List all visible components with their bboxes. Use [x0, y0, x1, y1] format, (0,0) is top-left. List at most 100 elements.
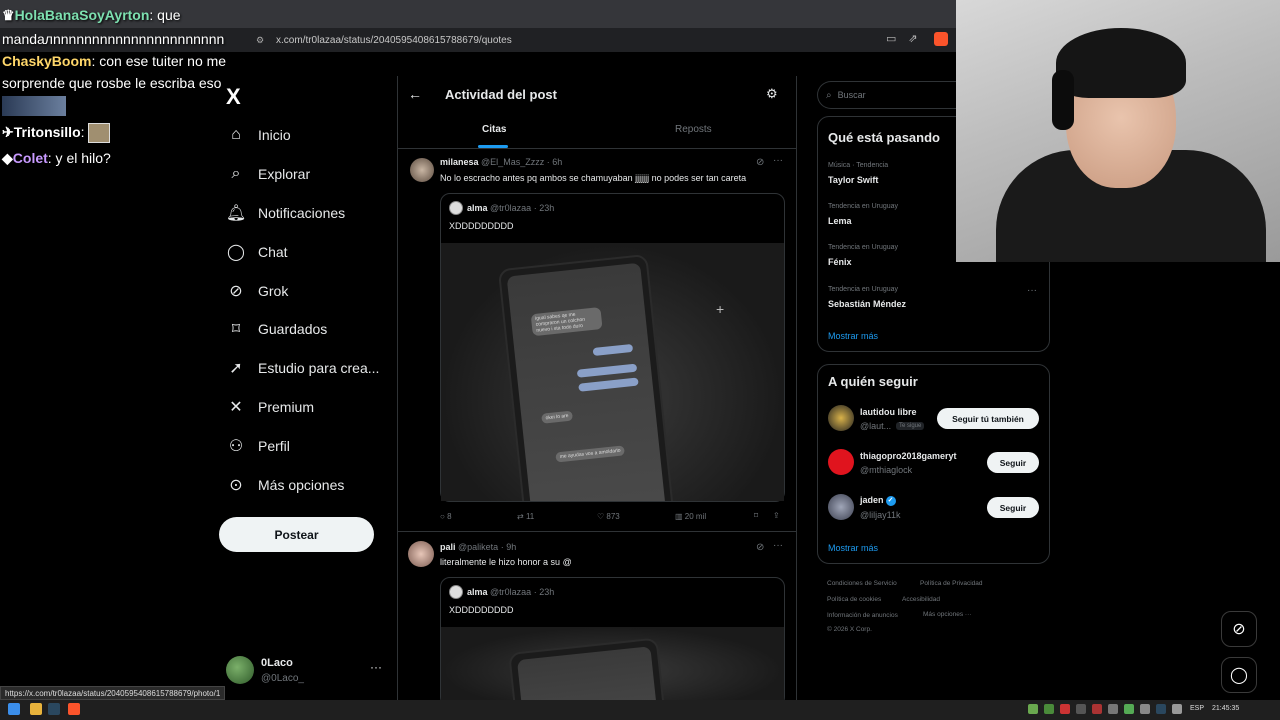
post-photo[interactable]: igual sabes qe me compraron un colchon n…: [441, 243, 784, 501]
footer-cookies-link[interactable]: Política de cookies: [827, 596, 881, 603]
follow-show-more-link[interactable]: Mostrar más: [828, 543, 878, 553]
footer-terms-link[interactable]: Condiciones de Servicio: [827, 580, 897, 587]
follow-title: A quién seguir: [828, 374, 918, 389]
footer-more-link[interactable]: Más opciones ···: [923, 611, 971, 618]
post-author-handle[interactable]: @El_Mas_Zzzz: [481, 157, 544, 167]
language-indicator[interactable]: ESP: [1190, 705, 1204, 712]
sidebar-item-label: Notificaciones: [258, 205, 346, 221]
trend-item[interactable]: Fénix: [828, 257, 852, 267]
follow-button[interactable]: Seguir: [987, 497, 1039, 518]
share-post-icon[interactable]: ⇪: [773, 511, 780, 520]
chat-emote-icon: [88, 123, 111, 144]
avatar[interactable]: [226, 656, 254, 684]
footer-privacy-link[interactable]: Política de Privacidad: [920, 580, 983, 587]
follow-name[interactable]: lautidou libre: [860, 407, 917, 417]
grok-fab-icon[interactable]: ⊘: [1221, 611, 1257, 647]
avatar[interactable]: [828, 405, 854, 431]
tray-app-icon[interactable]: [1044, 704, 1054, 714]
site-settings-icon[interactable]: ⚙: [256, 35, 266, 45]
sidebar-item-estudio[interactable]: ➚ Estudio para crea...: [226, 353, 379, 383]
network-icon[interactable]: [1172, 704, 1182, 714]
post-photo[interactable]: [441, 627, 784, 700]
quote-meta: alma @tr0lazaa · 23h: [467, 587, 554, 597]
post-meta: pali @paliketa · 9h: [440, 542, 516, 552]
tray-app-icon[interactable]: [1092, 704, 1102, 714]
post-avatar[interactable]: [408, 541, 434, 567]
account-more-icon[interactable]: ···: [370, 660, 382, 674]
post-avatar[interactable]: [410, 158, 434, 182]
footer-accessibility-link[interactable]: Accesibilidad: [902, 596, 940, 603]
x-logo-icon[interactable]: X: [226, 84, 241, 110]
trend-item[interactable]: Taylor Swift: [828, 175, 878, 185]
sidebar-item-inicio[interactable]: ⌂ Inicio: [226, 120, 291, 150]
tab-reposts[interactable]: Reposts: [675, 124, 712, 135]
chat-message: ◆Colet: y el hilo?: [2, 147, 111, 169]
start-icon[interactable]: [8, 703, 20, 715]
trend-item[interactable]: Lema: [828, 216, 852, 226]
phone-message-mine: [592, 343, 634, 357]
sidebar-item-premium[interactable]: ✕ Premium: [226, 392, 314, 422]
chat-fab-icon[interactable]: ◯: [1221, 657, 1257, 693]
post-author-handle[interactable]: @paliketa: [458, 542, 498, 552]
follow-button[interactable]: Seguir: [987, 452, 1039, 473]
trend-more-icon[interactable]: ···: [1027, 285, 1037, 296]
sidebar-item-label: Perfil: [258, 438, 290, 454]
tray-nvidia-icon[interactable]: [1028, 704, 1038, 714]
more-icon[interactable]: ···: [773, 155, 783, 166]
repost-button[interactable]: ⇄ 11: [517, 512, 534, 521]
trend-item[interactable]: Sebastián Méndez: [828, 299, 906, 309]
post-author-name[interactable]: pali: [440, 542, 456, 552]
brave-icon[interactable]: [68, 703, 80, 715]
tab-citas[interactable]: Citas: [482, 124, 506, 135]
post-button[interactable]: Postear: [219, 517, 374, 552]
post-time[interactable]: · 6h: [547, 157, 563, 167]
more-icon[interactable]: ···: [773, 540, 783, 551]
bookmark-icon[interactable]: ⌑: [754, 511, 758, 520]
sidebar-item-grok[interactable]: ⊘ Grok: [226, 276, 288, 306]
tray-app-icon[interactable]: [1108, 704, 1118, 714]
like-button[interactable]: ♡ 873: [597, 512, 620, 521]
url-field[interactable]: ⚙ x.com/tr0lazaa/status/2040595408615788…: [256, 30, 876, 50]
grok-explain-icon[interactable]: ⊘: [756, 542, 764, 553]
search-input[interactable]: ⌕ Buscar: [817, 81, 956, 109]
steam-icon[interactable]: [48, 703, 60, 715]
grok-explain-icon[interactable]: ⊘: [756, 157, 764, 168]
sidebar-item-label: Chat: [258, 244, 288, 260]
back-arrow-icon[interactable]: ←: [408, 86, 422, 102]
like-count: 873: [606, 512, 620, 521]
filter-settings-icon[interactable]: ⚙: [766, 86, 778, 102]
avatar[interactable]: [828, 449, 854, 475]
sidebar-item-guardados[interactable]: ⌑ Guardados: [226, 314, 327, 344]
sidebar-item-chat[interactable]: ◯ Chat: [226, 237, 288, 267]
avatar[interactable]: [828, 494, 854, 520]
clock[interactable]: 21:45:35: [1212, 705, 1239, 712]
sidebar-item-explorar[interactable]: ⌕ Explorar: [226, 159, 311, 189]
reader-icon[interactable]: ▭: [886, 32, 896, 45]
post-time[interactable]: · 9h: [501, 542, 517, 552]
brave-shield-icon[interactable]: [934, 32, 948, 46]
reply-button[interactable]: ○ 8: [440, 512, 452, 521]
chat-text: : con ese tuiter no me: [91, 53, 227, 69]
footer-ads-link[interactable]: Información de anuncios: [827, 612, 898, 619]
chat-text: :: [80, 124, 85, 140]
folder-icon[interactable]: [30, 703, 42, 715]
account-name[interactable]: 0Laco: [261, 657, 293, 669]
tray-app-icon[interactable]: [1076, 704, 1086, 714]
tray-app-icon[interactable]: [1140, 704, 1150, 714]
sidebar-item-perfil[interactable]: ⚇ Perfil: [226, 431, 290, 461]
follow-name-row[interactable]: jaden ✓: [860, 495, 896, 506]
tray-app-icon[interactable]: [1124, 704, 1134, 714]
bookmark-icon: ⌑: [231, 321, 241, 338]
post-author-name[interactable]: milanesa: [440, 157, 479, 167]
follow-back-button[interactable]: Seguir tú también: [937, 408, 1039, 429]
chat-username: Colet: [12, 150, 48, 166]
share-icon[interactable]: ⇗: [908, 32, 917, 45]
tray-app-icon[interactable]: [1060, 704, 1070, 714]
person-icon: ⚇: [228, 438, 244, 455]
sidebar-item-notificaciones[interactable]: 🔔︎ Notificaciones: [226, 198, 345, 228]
follow-name[interactable]: thiagopro2018gameryt: [860, 451, 957, 461]
trends-show-more-link[interactable]: Mostrar más: [828, 331, 878, 341]
tray-steam-icon[interactable]: [1156, 704, 1166, 714]
sidebar-item-más[interactable]: ⊙ Más opciones: [226, 470, 344, 500]
views-button[interactable]: ▥ 20 mil: [675, 512, 706, 521]
